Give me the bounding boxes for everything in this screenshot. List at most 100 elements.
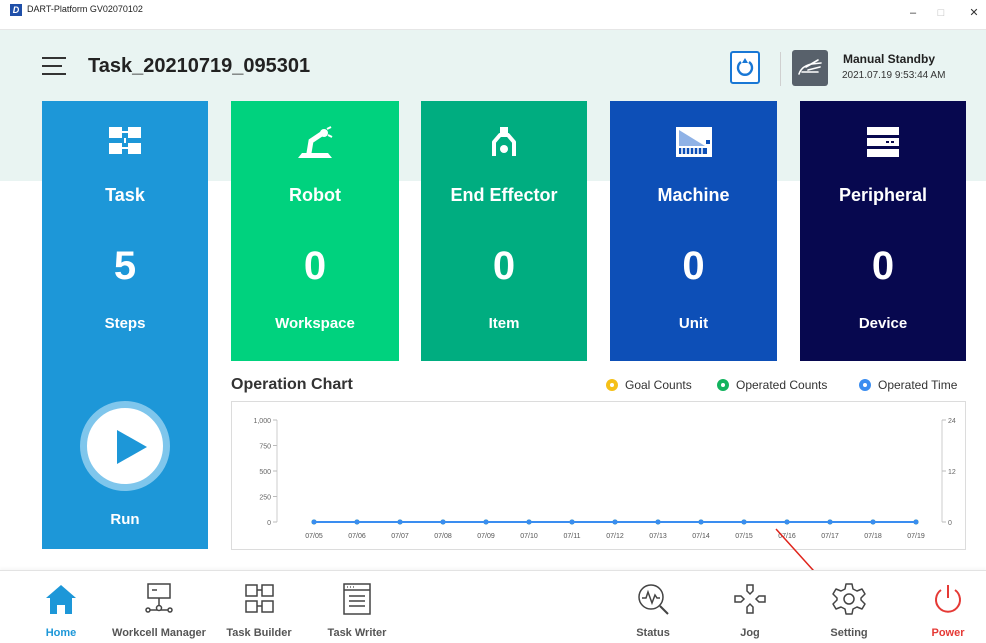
power-icon <box>935 585 961 613</box>
task-unit: Steps <box>104 315 146 332</box>
play-icon <box>117 430 147 464</box>
y-left-tick-label: 500 <box>259 469 271 476</box>
app-logo-icon: D <box>10 4 22 16</box>
x-tick-label: 07/05 <box>305 533 323 540</box>
nav-power[interactable]: Power <box>883 581 986 639</box>
close-button[interactable]: ✕ <box>964 6 984 20</box>
gear-icon <box>832 583 866 615</box>
task-card[interactable]: Task 5 Steps Run <box>42 101 208 549</box>
series-point-2 <box>870 519 876 525</box>
home-icon <box>46 585 76 614</box>
peripheral-count: 0 <box>871 244 895 288</box>
x-tick-label: 07/18 <box>864 533 882 540</box>
nav-task-writer[interactable]: Task Writer <box>292 581 422 639</box>
end-effector-label: End Effector <box>450 185 558 205</box>
bottom-nav: Home Workcell Manager Task Builder Task … <box>0 570 986 643</box>
hand-icon <box>798 59 822 75</box>
series-point-2 <box>784 519 790 525</box>
x-tick-label: 07/06 <box>348 533 366 540</box>
legend-goal-label: Goal Counts <box>625 378 692 392</box>
y-right-tick-label: 12 <box>948 469 956 476</box>
series-point-2 <box>913 519 919 525</box>
task-grid-icon <box>109 127 141 154</box>
refresh-icon <box>736 58 754 76</box>
legend-operated-time-dot <box>859 379 871 391</box>
window-title: DART-Platform GV02070102 <box>27 4 143 14</box>
robot-card[interactable]: Robot 0 Workspace <box>231 101 399 361</box>
end-effector-unit: Item <box>488 315 520 332</box>
peripheral-label: Peripheral <box>838 185 928 205</box>
nav-power-label: Power <box>931 627 965 639</box>
jog-icon <box>734 584 766 614</box>
y-left-tick-label: 250 <box>259 495 271 502</box>
robot-status-title: Manual Standby <box>843 52 936 66</box>
y-left-tick-label: 1,000 <box>253 418 271 425</box>
series-point-2 <box>397 519 403 525</box>
task-label: Task <box>105 185 145 205</box>
series-point-2 <box>569 519 575 525</box>
x-tick-label: 07/13 <box>649 533 667 540</box>
series-point-2 <box>655 519 661 525</box>
x-tick-label: 07/09 <box>477 533 495 540</box>
x-tick-label: 07/15 <box>735 533 753 540</box>
x-tick-label: 07/10 <box>520 533 538 540</box>
x-tick-label: 07/11 <box>564 533 581 540</box>
robot-unit: Workspace <box>275 315 355 332</box>
operation-chart-title: Operation Chart <box>231 376 353 393</box>
header-divider <box>780 52 781 86</box>
legend-operated-counts-label: Operated Counts <box>736 378 828 392</box>
run-button[interactable] <box>80 401 170 491</box>
operation-chart: 0 250 500 750 1,000 0 12 24 07/05 07/06 07/07 07/08… <box>231 401 966 550</box>
series-point-2 <box>741 519 747 525</box>
task-builder-icon <box>245 584 274 613</box>
x-tick-label: 07/07 <box>391 533 409 540</box>
workcell-icon <box>145 583 173 613</box>
y-right-tick-label: 0 <box>948 520 952 527</box>
series-point-2 <box>440 519 446 525</box>
legend-operated-counts[interactable]: Operated Counts <box>717 378 827 392</box>
y-left-tick-label: 0 <box>267 520 271 527</box>
title-bar: D DART-Platform GV02070102 – □ ✕ <box>0 0 986 30</box>
legend-goal-dot <box>606 379 618 391</box>
peripheral-card[interactable]: Peripheral 0 Device <box>800 101 966 361</box>
nav-task-writer-label: Task Writer <box>327 627 387 639</box>
series-point-2 <box>483 519 489 525</box>
peripheral-unit: Device <box>858 315 908 332</box>
robot-count: 0 <box>303 244 327 288</box>
machine-card[interactable]: Machine 0 Unit <box>610 101 777 361</box>
maximize-button[interactable]: □ <box>931 6 951 20</box>
end-effector-count: 0 <box>492 244 516 288</box>
x-tick-label: 07/19 <box>907 533 925 540</box>
machine-label: Machine <box>657 185 730 205</box>
series-point-2 <box>827 519 833 525</box>
series-point-2 <box>526 519 532 525</box>
task-writer-icon <box>343 583 371 615</box>
legend-operated-time-label: Operated Time <box>878 378 958 392</box>
manual-hand-icon[interactable] <box>792 50 828 86</box>
end-effector-card[interactable]: End Effector 0 Item <box>421 101 587 361</box>
minimize-button[interactable]: – <box>903 6 923 20</box>
menu-icon[interactable] <box>42 57 66 77</box>
machine-icon <box>675 127 712 157</box>
legend-operated-time[interactable]: Operated Time <box>859 378 957 392</box>
x-tick-label: 07/12 <box>606 533 624 540</box>
operation-chart-svg: 0 250 500 750 1,000 0 12 24 07/05 07/06 07/07 07/08… <box>253 418 956 540</box>
series-point-2 <box>311 519 317 525</box>
series-point-2 <box>354 519 360 525</box>
task-name: Task_20210719_095301 <box>88 55 311 77</box>
machine-count: 0 <box>682 244 705 288</box>
gripper-icon <box>492 127 516 156</box>
x-tick-label: 07/14 <box>692 533 710 540</box>
legend-goal-counts[interactable]: Goal Counts <box>606 378 692 392</box>
y-left-tick-label: 750 <box>259 444 271 451</box>
robot-arm-icon <box>298 126 333 158</box>
series-point-2 <box>612 519 618 525</box>
legend-operated-counts-dot <box>717 379 729 391</box>
run-label: Run <box>110 511 140 528</box>
robot-status-time: 2021.07.19 9:53:44 AM <box>842 70 946 81</box>
status-icon <box>638 584 669 615</box>
task-count: 5 <box>113 244 137 288</box>
refresh-button[interactable] <box>730 51 760 84</box>
robot-label: Robot <box>289 185 341 205</box>
x-tick-label: 07/08 <box>434 533 452 540</box>
